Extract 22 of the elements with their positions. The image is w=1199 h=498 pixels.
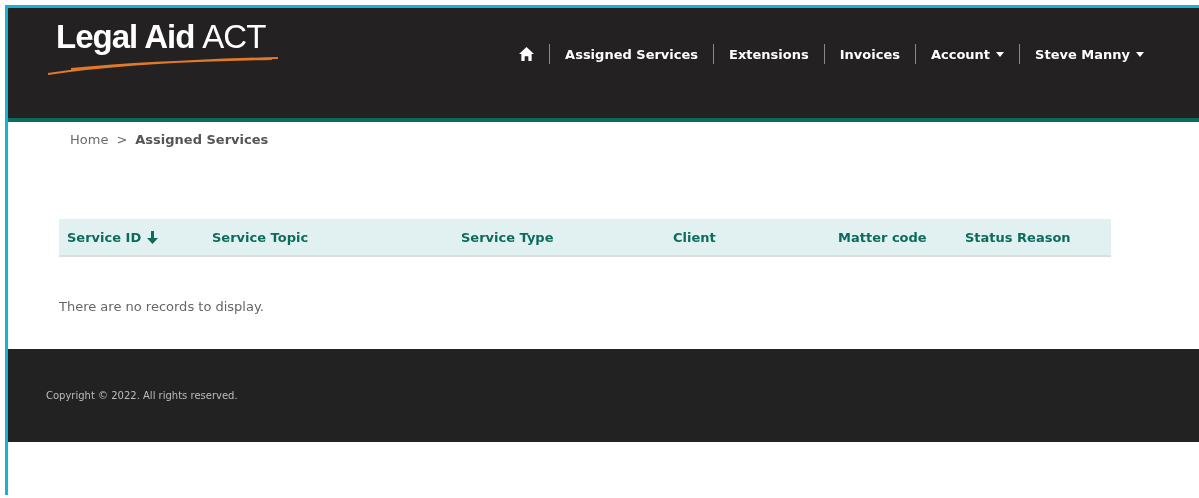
breadcrumb-link[interactable]: Home (70, 132, 109, 147)
caret-icon (1136, 51, 1144, 57)
swoosh-icon (46, 56, 281, 76)
sort-down-icon[interactable] (147, 230, 159, 244)
logo[interactable]: Legal Aid ACT (46, 18, 286, 56)
nav-dropdown[interactable]: Steve Manny (1020, 46, 1159, 62)
breadcrumb-current: Assigned Services (135, 132, 269, 147)
column-header[interactable]: Service Type (453, 229, 665, 245)
column-header[interactable]: Service ID (59, 229, 204, 245)
nav-link[interactable]: Assigned Services (550, 46, 714, 62)
home-icon[interactable] (519, 47, 535, 61)
column-header[interactable]: Service Topic (204, 229, 453, 245)
empty-message: There are no records to display. (59, 299, 265, 314)
column-header[interactable]: Status Reason (957, 229, 1111, 245)
column-header[interactable]: Client (665, 229, 830, 245)
nav-link[interactable]: Invoices (824, 46, 915, 62)
nav-dropdown[interactable]: Account (915, 46, 1020, 62)
copyright-text: Copyright © 2022. All rights reserved. (46, 390, 238, 401)
breadcrumb-separator: > (116, 132, 128, 147)
caret-icon (996, 51, 1005, 57)
nav-link[interactable]: Extensions (714, 46, 824, 62)
column-header[interactable]: Matter code (830, 229, 957, 245)
